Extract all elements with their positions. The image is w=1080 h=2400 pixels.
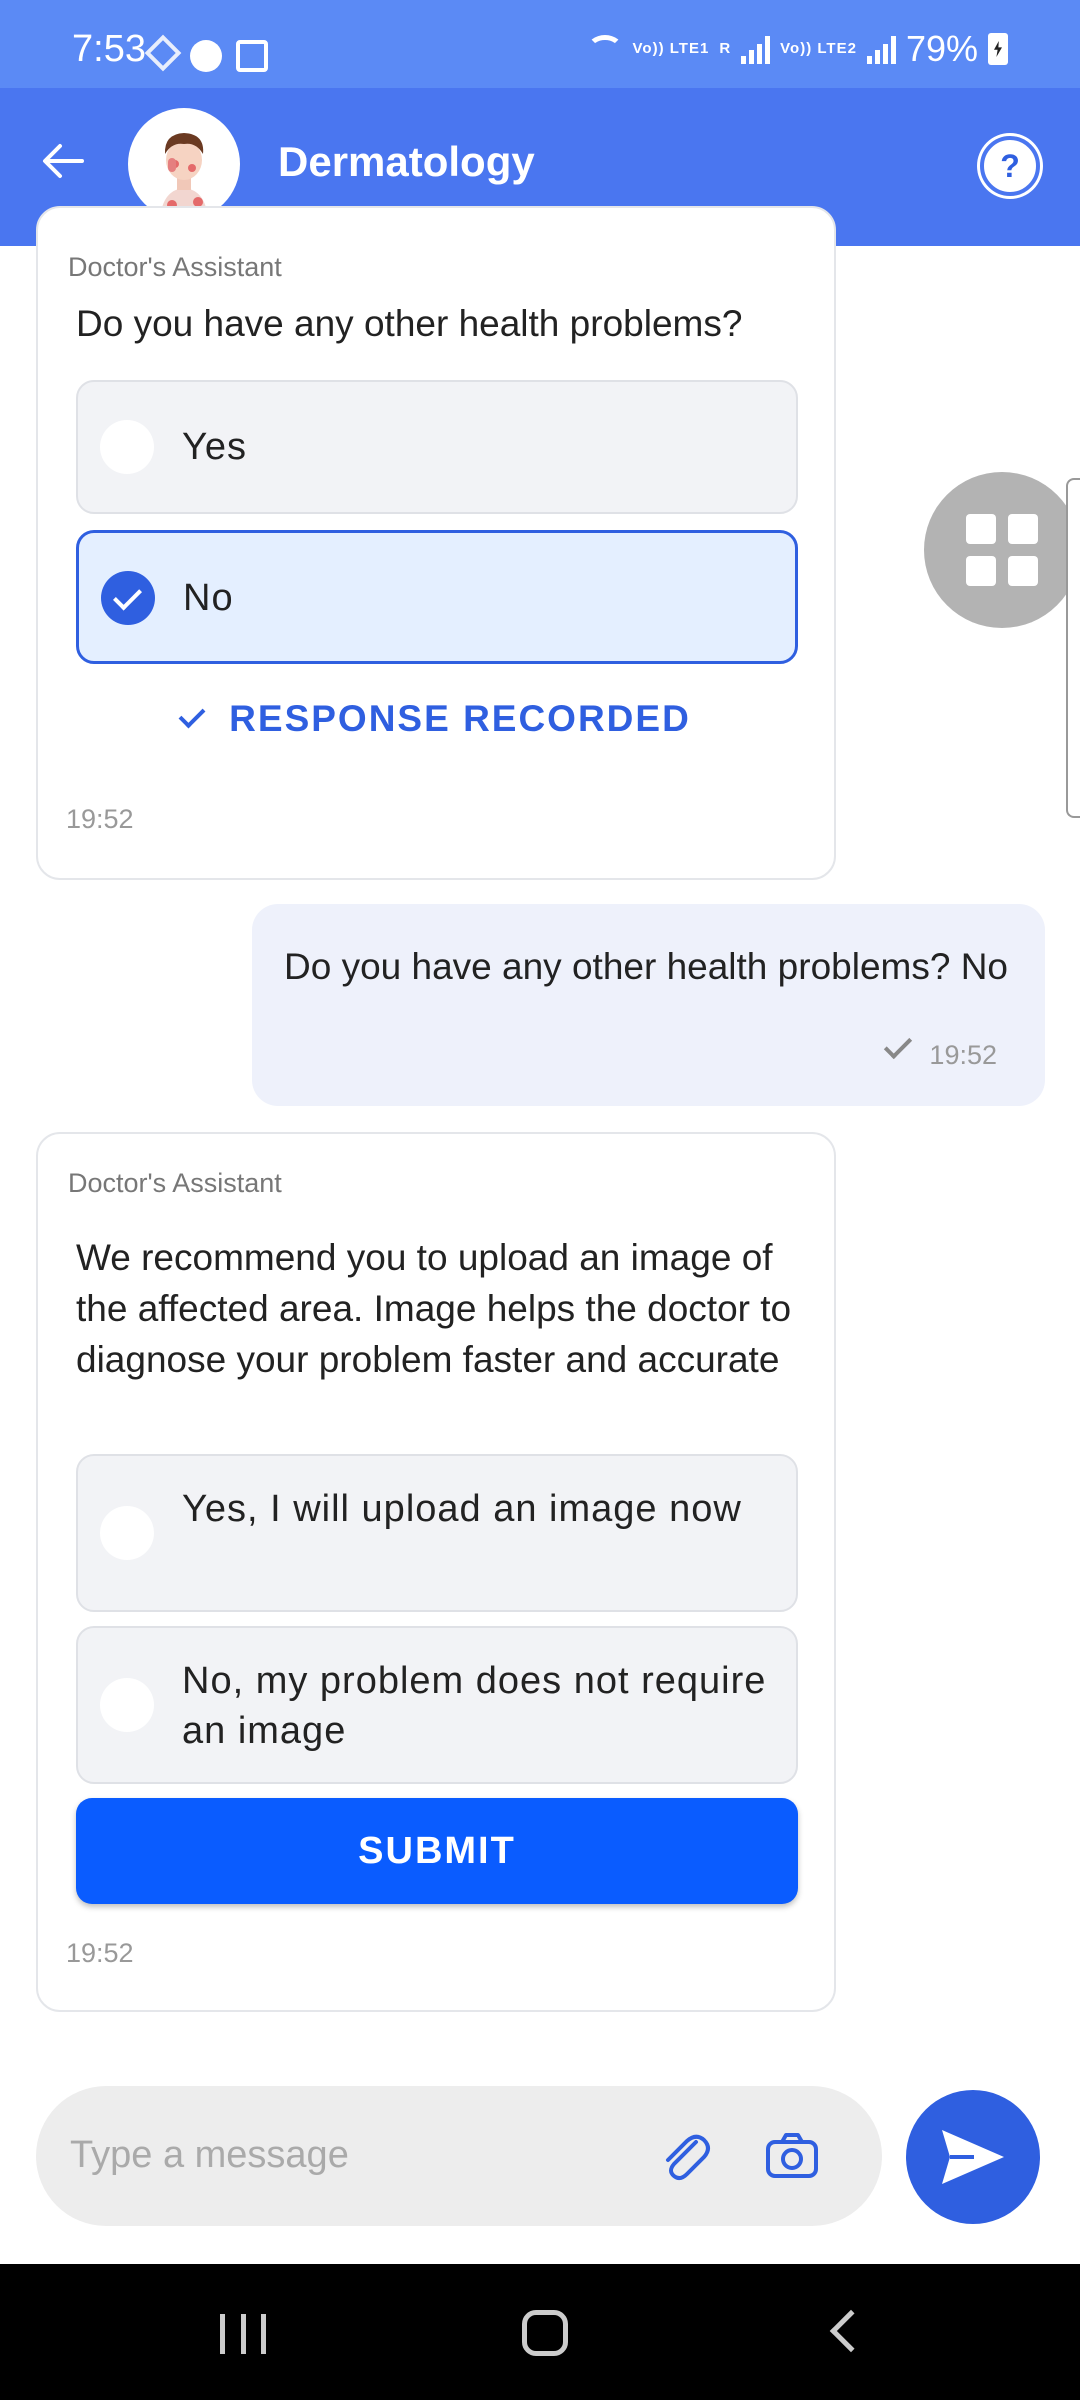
radio-unchecked[interactable] (100, 420, 154, 474)
option-no-image[interactable]: No, my problem does not require an image (76, 1626, 798, 1784)
submit-button[interactable]: SUBMIT (76, 1798, 798, 1904)
help-button[interactable]: ? (980, 136, 1040, 196)
app-grid-notification-icon (144, 34, 182, 72)
nav-back-icon[interactable] (829, 2309, 873, 2353)
status-bar: 7:53 Vo)) LTE1 R Vo)) LTE2 79% (0, 0, 1080, 88)
message-input[interactable]: Type a message (36, 2086, 882, 2226)
send-button[interactable] (906, 2090, 1040, 2224)
recent-apps-icon[interactable] (220, 2314, 266, 2354)
back-arrow-icon[interactable] (38, 136, 88, 186)
assistant-message-card: Doctor's Assistant We recommend you to u… (36, 1132, 836, 2012)
message-question: Do you have any other health problems? (76, 303, 743, 344)
chat-thread: Doctor's Assistant Do you have any other… (0, 206, 1080, 2046)
roaming-label: R (719, 40, 732, 57)
sent-check-icon (883, 1030, 913, 1060)
user-message-text: Do you have any other health problems? N… (284, 946, 1008, 987)
floating-menu-button[interactable] (924, 472, 1080, 628)
radio-checked-icon[interactable] (101, 571, 155, 625)
doctor-avatar (128, 108, 240, 220)
user-message-bubble: Do you have any other health problems? N… (252, 904, 1045, 1106)
radio-unchecked[interactable] (100, 1506, 154, 1560)
response-recorded-label: RESPONSE RECORDED (229, 698, 691, 739)
option-label: No, my problem does not require an image (182, 1660, 767, 1752)
message-question: We recommend you to upload an image of t… (76, 1237, 792, 1380)
dermatology-illustration-icon (160, 133, 208, 220)
signal-strength-icon (741, 34, 771, 64)
assistant-message-card: Doctor's Assistant Do you have any other… (36, 206, 836, 880)
wifi-icon (586, 35, 623, 63)
option-label: Yes (182, 426, 247, 468)
option-no[interactable]: No (76, 530, 798, 664)
notification-icons (144, 34, 268, 72)
system-indicators: Vo)) LTE1 R Vo)) LTE2 79% (586, 28, 1008, 70)
option-upload-image[interactable]: Yes, I will upload an image now (76, 1454, 798, 1612)
page-title: Dermatology (278, 138, 535, 185)
radio-unchecked[interactable] (100, 1678, 154, 1732)
signal-strength-icon (866, 34, 896, 64)
message-time: 19:52 (929, 1040, 997, 1070)
whatsapp-notification-icon (190, 40, 222, 72)
send-icon (942, 2130, 1004, 2184)
message-time: 19:52 (66, 1938, 134, 1968)
check-icon (178, 701, 206, 729)
sim1-label: Vo)) LTE1 (632, 40, 710, 57)
edge-panel-handle[interactable] (1066, 478, 1080, 818)
status-time: 7:53 (72, 28, 146, 70)
option-label: No (183, 577, 234, 619)
message-sender: Doctor's Assistant (68, 252, 282, 282)
battery-percent: 79% (905, 28, 978, 69)
message-input-placeholder: Type a message (70, 2134, 349, 2176)
option-label: Yes, I will upload an image now (182, 1488, 742, 1530)
calendar-notification-icon (236, 40, 268, 72)
sim2-label: Vo)) LTE2 (780, 40, 857, 57)
response-recorded-status: RESPONSE RECORDED (38, 698, 838, 740)
battery-charging-icon (988, 33, 1008, 65)
message-time: 19:52 (66, 804, 134, 834)
home-icon[interactable] (522, 2310, 568, 2356)
system-navigation-bar (0, 2264, 1080, 2400)
camera-icon[interactable] (764, 2130, 820, 2182)
message-sender: Doctor's Assistant (68, 1168, 282, 1198)
option-yes[interactable]: Yes (76, 380, 798, 514)
attachment-icon[interactable] (656, 2130, 712, 2182)
